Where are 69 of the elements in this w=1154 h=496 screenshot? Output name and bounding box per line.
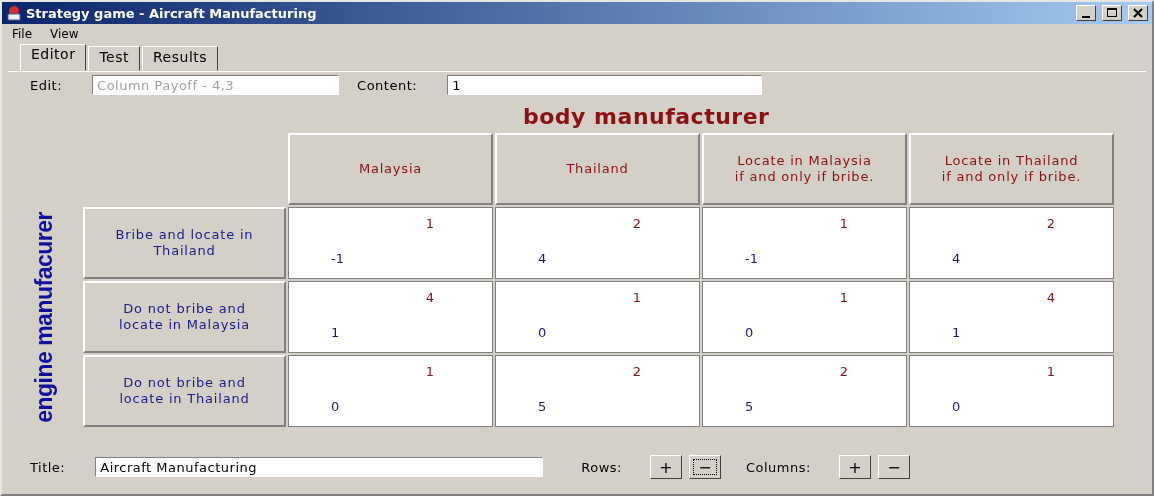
row-payoff: 4	[952, 251, 962, 266]
content-label: Content:	[357, 77, 418, 93]
row-payoff: 5	[538, 399, 548, 414]
row-payoff: -1	[331, 251, 345, 266]
row-payoff: 4	[538, 251, 548, 266]
column-payoff: 1	[1046, 364, 1055, 379]
payoff-cell[interactable]: 1 0	[288, 355, 493, 427]
row-payoff: 0	[538, 325, 548, 340]
menu-item[interactable]: View	[50, 26, 79, 41]
row-payoff: 1	[331, 325, 341, 340]
add-rows-button[interactable]: +	[649, 455, 682, 479]
column-header: Locate in Malaysia if and only if bribe.	[702, 133, 907, 205]
window-title: Strategy game - Aircraft Manufacturing	[26, 5, 318, 21]
row-payoff: 1	[952, 325, 962, 340]
payoff-cell[interactable]: 1 -1	[702, 207, 907, 279]
row-payoff: 0	[952, 399, 962, 414]
column-header: Malaysia	[288, 133, 493, 205]
tab[interactable]: Results	[142, 46, 219, 71]
maximize-button[interactable]	[1102, 5, 1122, 21]
row-payoff: 5	[745, 399, 755, 414]
title-label: Title:	[30, 459, 66, 475]
column-payoff: 4	[1046, 290, 1055, 305]
row-player-title: engine manufacurer	[31, 211, 58, 423]
minimize-button[interactable]	[1076, 5, 1096, 21]
maximize-icon	[1107, 8, 1117, 18]
column-header: Thailand	[495, 133, 700, 205]
tab[interactable]: Editor	[20, 44, 87, 71]
column-header: Locate in Thailand if and only if bribe.	[909, 133, 1114, 205]
payoff-cell[interactable]: 2 4	[495, 207, 700, 279]
rows-label: Rows:	[581, 459, 622, 475]
remove-rows-button[interactable]: −	[688, 455, 721, 479]
column-payoff: 2	[632, 216, 641, 231]
column-payoff: 1	[839, 216, 848, 231]
payoff-cell[interactable]: 4 1	[288, 281, 493, 353]
payoff-cell[interactable]: 4 1	[909, 281, 1114, 353]
column-player-title: body manufacturer	[523, 104, 771, 130]
payoff-cell[interactable]: 2 5	[495, 355, 700, 427]
app-icon	[6, 5, 22, 21]
column-payoff: 4	[425, 290, 434, 305]
column-payoff: 1	[425, 364, 434, 379]
columns-label: Columns:	[745, 459, 811, 475]
payoff-cell[interactable]: 2 4	[909, 207, 1114, 279]
payoff-cell[interactable]: 1 0	[495, 281, 700, 353]
column-payoff: 1	[839, 290, 848, 305]
payoff-cell[interactable]: 1 -1	[288, 207, 493, 279]
close-icon	[1133, 8, 1143, 18]
minimize-icon	[1082, 15, 1090, 18]
menu-item[interactable]: File	[12, 26, 33, 41]
payoff-cell[interactable]: 2 5	[702, 355, 907, 427]
title-field[interactable]: Aircraft Manufacturing	[95, 457, 544, 477]
column-payoff: 1	[632, 290, 641, 305]
column-payoff: 2	[839, 364, 848, 379]
column-payoff: 2	[1046, 216, 1055, 231]
row-payoff: 0	[745, 325, 755, 340]
column-payoff: 1	[425, 216, 434, 231]
tab[interactable]: Test	[88, 46, 140, 71]
column-payoff: 2	[632, 364, 641, 379]
remove-columns-button[interactable]: −	[877, 455, 910, 479]
close-button[interactable]	[1128, 5, 1148, 21]
payoff-cell[interactable]: 1 0	[702, 281, 907, 353]
row-payoff: -1	[745, 251, 759, 266]
row-payoff: 0	[331, 399, 341, 414]
edit-label: Edit:	[30, 77, 63, 93]
row-header: Do not bribe and locate in Malaysia	[83, 281, 286, 353]
add-columns-button[interactable]: +	[838, 455, 871, 479]
payoff-cell[interactable]: 1 0	[909, 355, 1114, 427]
row-header: Do not bribe and locate in Thailand	[83, 355, 286, 427]
row-header: Bribe and locate in Thailand	[83, 207, 286, 279]
content-field[interactable]: 1	[447, 75, 763, 95]
